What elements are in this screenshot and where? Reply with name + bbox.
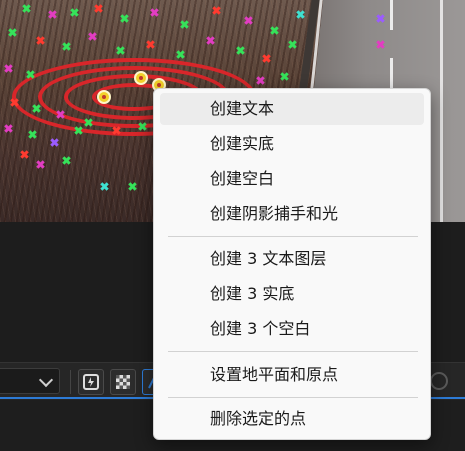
menu-item-set-ground-plane[interactable]: 设置地平面和原点: [160, 359, 424, 391]
track-point-icon: [88, 32, 97, 41]
track-point-icon: [26, 70, 35, 79]
track-point-icon: [32, 104, 41, 113]
lane-line: [440, 0, 443, 222]
track-point-icon: [20, 150, 29, 159]
track-point-icon: [150, 8, 159, 17]
track-point-icon: [256, 76, 265, 85]
track-point-icon: [10, 98, 19, 107]
track-point-icon: [100, 182, 109, 191]
track-point-icon: [120, 14, 129, 23]
track-point-icon: [280, 72, 289, 81]
track-point-icon: [244, 16, 253, 25]
dropdown-chevron-icon: [38, 372, 54, 388]
track-point-icon: [128, 182, 137, 191]
track-point-icon: [50, 138, 59, 147]
track-point-icon: [8, 28, 17, 37]
snapshot-icon: [83, 374, 99, 390]
menu-item-create-shadow-catcher[interactable]: 创建阴影捕手和光: [160, 198, 424, 230]
track-point-icon: [138, 122, 147, 131]
menu-separator: [168, 236, 418, 237]
track-point-icon: [56, 110, 65, 119]
track-point-icon: [116, 46, 125, 55]
settings-icon[interactable]: [430, 372, 448, 390]
menu-item-create-text[interactable]: 创建文本: [160, 93, 424, 125]
menu-item-create-null[interactable]: 创建空白: [160, 163, 424, 195]
track-point-icon: [376, 14, 385, 23]
track-point-icon: [36, 160, 45, 169]
track-point-icon: [84, 118, 93, 127]
track-point-icon: [62, 156, 71, 165]
track-point-icon: [74, 126, 83, 135]
track-point-icon: [262, 54, 271, 63]
track-point-icon: [206, 36, 215, 45]
track-point-icon: [62, 42, 71, 51]
menu-item-create-3-nulls[interactable]: 创建 3 个空白: [160, 313, 424, 345]
view-dropdown[interactable]: [0, 368, 60, 394]
menu-separator: [168, 351, 418, 352]
track-point-selected[interactable]: [97, 90, 111, 104]
snapshot-button[interactable]: [78, 369, 104, 395]
toolbar-divider: [70, 370, 71, 394]
track-point-icon: [48, 10, 57, 19]
track-point-icon: [70, 8, 79, 17]
track-point-icon: [4, 64, 13, 73]
track-point-icon: [288, 40, 297, 49]
track-point-icon: [36, 36, 45, 45]
track-point-icon: [146, 40, 155, 49]
transparency-grid-button[interactable]: [110, 369, 136, 395]
track-point-icon: [22, 4, 31, 13]
context-menu: 创建文本 创建实底 创建空白 创建阴影捕手和光 创建 3 文本图层 创建 3 实…: [153, 88, 431, 440]
track-point-selected[interactable]: [134, 71, 148, 85]
track-point-icon: [180, 20, 189, 29]
menu-item-delete-selected-points[interactable]: 删除选定的点: [160, 403, 424, 435]
track-point-icon: [176, 50, 185, 59]
menu-item-create-solid[interactable]: 创建实底: [160, 128, 424, 160]
track-point-icon: [296, 10, 305, 19]
track-point-icon: [212, 6, 221, 15]
transparency-grid-icon: [116, 375, 130, 389]
menu-item-create-3-text-layers[interactable]: 创建 3 文本图层: [160, 243, 424, 275]
track-point-icon: [236, 46, 245, 55]
track-point-icon: [94, 4, 103, 13]
track-point-icon: [112, 126, 121, 135]
menu-separator: [168, 397, 418, 398]
track-point-icon: [4, 124, 13, 133]
track-point-icon: [376, 40, 385, 49]
track-point-icon: [270, 26, 279, 35]
track-point-icon: [28, 130, 37, 139]
menu-item-create-3-solids[interactable]: 创建 3 实底: [160, 278, 424, 310]
